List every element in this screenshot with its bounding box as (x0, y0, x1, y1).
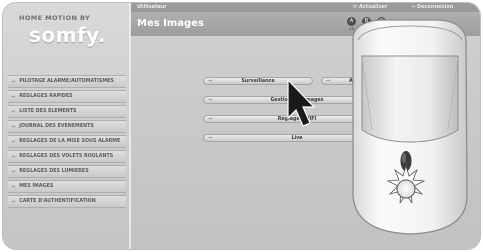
arrow-icon: → (208, 78, 213, 84)
sidebar-item-label: REGLAGES RAPIDES (19, 94, 73, 99)
bell-icon[interactable]: ♪ (439, 17, 447, 31)
live-button[interactable]: → Live (203, 134, 391, 142)
sidebar-item-reglages-rapides[interactable]: → REGLAGES RAPIDES (8, 90, 126, 103)
arrow-icon: → (11, 183, 16, 190)
arrow-icon: → (11, 93, 16, 100)
arrow-icon: → (11, 168, 16, 175)
arrow-icon: → (326, 78, 331, 84)
sidebar-menu: → PILOTAGE ALARME/AUTOMATISMES → REGLAGES … (8, 75, 126, 210)
toolbar-icons: A ON B ON C ON 🔒 ▮ ⌂ ✲ ♪ (346, 17, 447, 33)
arret-button[interactable]: → Arrêt (321, 77, 391, 85)
arrow-icon: → (208, 116, 213, 122)
somfy-logo: somfy. (29, 23, 106, 47)
light-icon[interactable]: ✲ (427, 17, 435, 31)
sidebar-item-label: LISTE DES ELEMENTS (19, 109, 77, 114)
user-label: Utilisateur (137, 4, 167, 10)
arrow-icon: → (208, 97, 213, 103)
sidebar-item-journal[interactable]: → JOURNAL DES EVENEMENTS (8, 120, 126, 133)
brand-logo: HOME MOTION BY somfy. (11, 10, 123, 54)
shutter-icon[interactable]: ⌂ (415, 17, 423, 31)
title-bar: Mes Images A ON B ON C ON 🔒 ▮ ⌂ ✲ ♪ (131, 12, 480, 36)
arrow-icon: → (11, 108, 16, 115)
signal-icon[interactable]: ▮ (403, 17, 411, 31)
brand-tagline: HOME MOTION BY (19, 14, 91, 22)
sidebar-item-label: PILOTAGE ALARME/AUTOMATISMES (19, 79, 114, 84)
sidebar-item-mes-images[interactable]: → MES IMAGES (8, 180, 126, 193)
arrow-icon: → (11, 123, 16, 130)
sidebar-item-label: REGLAGES DES LUMIERES (19, 169, 89, 174)
gestion-images-button[interactable]: → Gestion des images (203, 96, 391, 104)
mode-c-icon[interactable]: C ON (376, 17, 387, 33)
sidebar-item-liste-elements[interactable]: → LISTE DES ELEMENTS (8, 105, 126, 118)
sidebar-item-lumieres[interactable]: → REGLAGES DES LUMIERES (8, 165, 126, 178)
arrow-icon: → (208, 135, 213, 141)
arrow-icon: → (11, 78, 16, 85)
app-frame: HOME MOTION BY somfy. → PILOTAGE ALARME/A… (2, 2, 481, 250)
sidebar-item-label: MES IMAGES (19, 184, 54, 189)
logout-link[interactable]: → Deconnexion (411, 4, 453, 10)
lock-icon[interactable]: 🔒 (391, 17, 401, 31)
arrow-icon: → (11, 198, 16, 205)
mode-a-icon[interactable]: A ON (346, 17, 357, 33)
sidebar-item-label: JOURNAL DES EVENEMENTS (19, 124, 94, 129)
main-panel: Utilisateur ⟳ Actualiser → Deconnexion M… (131, 3, 480, 249)
mode-b-icon[interactable]: B ON (361, 17, 372, 33)
sidebar-item-label: REGLAGES DE LA MISE SOUS ALARME (19, 139, 121, 144)
sidebar: HOME MOTION BY somfy. → PILOTAGE ALARME/A… (3, 3, 129, 249)
sidebar-item-mise-sous-alarme[interactable]: → REGLAGES DE LA MISE SOUS ALARME (8, 135, 126, 148)
refresh-link[interactable]: ⟳ Actualiser (353, 4, 387, 10)
sidebar-item-label: REGLAGES DES VOLETS ROULANTS (19, 154, 114, 159)
arrow-icon: → (11, 138, 16, 145)
page-title: Mes Images (137, 18, 204, 29)
wifi-settings-button[interactable]: → Réglages WIFI (203, 115, 391, 123)
sidebar-item-pilotage[interactable]: → PILOTAGE ALARME/AUTOMATISMES (8, 75, 126, 88)
sidebar-item-volets[interactable]: → REGLAGES DES VOLETS ROULANTS (8, 150, 126, 163)
surveillance-button[interactable]: → Surveillance (203, 77, 313, 85)
top-bar: Utilisateur ⟳ Actualiser → Deconnexion (131, 3, 480, 12)
sidebar-item-carte[interactable]: → CARTE D'AUTHENTIFICATION (8, 195, 126, 208)
sidebar-item-label: CARTE D'AUTHENTIFICATION (19, 199, 96, 204)
arrow-icon: → (11, 153, 16, 160)
